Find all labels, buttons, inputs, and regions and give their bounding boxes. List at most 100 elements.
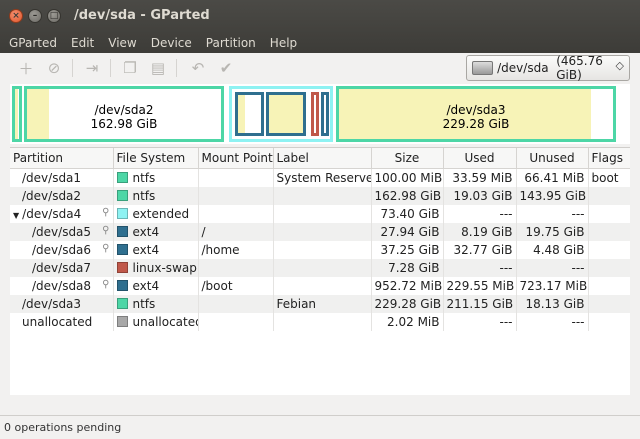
mount-cell	[198, 295, 274, 313]
table-row[interactable]: /dev/sda7 linux-swap 7.28 GiB --- ---	[10, 259, 630, 277]
status-bar: 0 operations pending	[0, 415, 640, 439]
apply-icon[interactable]: ✔	[216, 58, 236, 78]
filesystem-cell: extended	[113, 205, 199, 223]
partition-cell: ▼/dev/sda4 ⚲	[10, 205, 114, 223]
toolbar-separator	[72, 59, 73, 77]
diskmap-sda6[interactable]	[266, 92, 306, 136]
filesystem-cell: linux-swap	[113, 259, 199, 277]
mount-cell: /home	[198, 241, 274, 259]
label-cell	[273, 241, 372, 259]
mount-cell	[198, 259, 274, 277]
flags-cell	[588, 259, 630, 277]
col-size[interactable]: Size	[371, 148, 444, 169]
minimize-window-button[interactable]: –	[28, 9, 42, 23]
used-cell: 229.55 MiB	[443, 277, 517, 295]
new-partition-icon[interactable]: ＋	[16, 58, 36, 78]
unused-cell: ---	[516, 259, 589, 277]
partition-cell: /dev/sda5 ⚲	[10, 223, 114, 241]
ext4-swatch	[116, 244, 128, 255]
label-cell: System Reserved	[273, 168, 372, 187]
menu-gparted[interactable]: GParted	[4, 33, 62, 53]
table-row[interactable]: /dev/sda6 ⚲ ext4 /home 37.25 GiB 32.77 Gi…	[10, 241, 630, 259]
partition-cell: /dev/sda8 ⚲	[10, 277, 114, 295]
diskmap-sda5[interactable]	[235, 92, 264, 136]
mount-cell	[198, 205, 274, 223]
table-row[interactable]: ▼/dev/sda4 ⚲ extended 73.40 GiB --- ---	[10, 205, 630, 223]
size-cell: 2.02 MiB	[371, 313, 444, 331]
flags-cell	[588, 223, 630, 241]
menu-help[interactable]: Help	[265, 33, 302, 53]
flags-cell	[588, 241, 630, 259]
ntfs-swatch	[116, 298, 128, 309]
diskmap-sda3[interactable]: /dev/sda3 229.28 GiB	[336, 86, 616, 142]
diskmap-sda2[interactable]: /dev/sda2 162.98 GiB	[24, 86, 224, 142]
menu-edit[interactable]: Edit	[66, 33, 99, 53]
label-cell	[273, 277, 372, 295]
chevron-updown-icon: ◇	[615, 59, 624, 72]
delete-partition-icon[interactable]: ⊘	[44, 58, 64, 78]
partition-cell: /dev/sda1	[10, 168, 114, 187]
size-cell: 7.28 GiB	[371, 259, 444, 277]
col-label[interactable]: Label	[273, 148, 372, 169]
key-icon: ⚲	[102, 207, 110, 218]
title-bar: × – □ /dev/sda - GParted GParted Edit Vi…	[0, 0, 640, 56]
partition-cell: /dev/sda7	[10, 259, 114, 277]
undo-icon[interactable]: ↶	[188, 58, 208, 78]
col-mountpoint[interactable]: Mount Point	[198, 148, 274, 169]
mount-cell	[198, 313, 274, 331]
table-row[interactable]: /dev/sda5 ⚲ ext4 / 27.94 GiB 8.19 GiB 19.…	[10, 223, 630, 241]
table-row[interactable]: /dev/sda8 ⚲ ext4 /boot 952.72 MiB 229.55 …	[10, 277, 630, 295]
ext4-swatch	[116, 280, 128, 291]
flags-cell: boot	[588, 168, 630, 187]
table-row[interactable]: /dev/sda2 ntfs 162.98 GiB 19.03 GiB 143.…	[10, 187, 630, 205]
expander-icon[interactable]: ▼	[13, 211, 19, 220]
unused-cell: 723.17 MiB	[516, 277, 589, 295]
filesystem-cell: unallocated	[113, 313, 199, 331]
diskmap-sda3-size: 229.28 GiB	[442, 117, 510, 131]
device-selector[interactable]: /dev/sda (465.76 GiB) ◇	[466, 54, 630, 82]
mount-cell: /boot	[198, 277, 274, 295]
close-window-button[interactable]: ×	[9, 9, 23, 23]
partition-cell: unallocated	[10, 313, 114, 331]
copy-icon[interactable]: ❐	[120, 58, 140, 78]
menu-device[interactable]: Device	[146, 33, 197, 53]
toolbar-separator	[110, 59, 111, 77]
diskmap-sda7[interactable]	[311, 92, 319, 136]
label-cell	[273, 205, 372, 223]
maximize-window-button[interactable]: □	[47, 9, 61, 23]
unused-cell: 18.13 GiB	[516, 295, 589, 313]
unused-cell: 66.41 MiB	[516, 168, 589, 187]
menu-partition[interactable]: Partition	[201, 33, 261, 53]
paste-icon[interactable]: ▤	[148, 58, 168, 78]
col-filesystem[interactable]: File System	[113, 148, 199, 169]
diskmap-sda8[interactable]	[321, 92, 329, 136]
diskmap-sda1[interactable]	[12, 86, 22, 142]
col-unused[interactable]: Unused	[516, 148, 589, 169]
used-cell: 32.77 GiB	[443, 241, 517, 259]
menu-view[interactable]: View	[103, 33, 141, 53]
partition-cell: /dev/sda6 ⚲	[10, 241, 114, 259]
key-icon: ⚲	[102, 279, 110, 290]
key-icon: ⚲	[102, 243, 110, 254]
flags-cell	[588, 187, 630, 205]
table-row[interactable]: unallocated unallocated 2.02 MiB --- ---	[10, 313, 630, 331]
resize-move-icon[interactable]: ⇥	[82, 58, 102, 78]
filesystem-cell: ntfs	[113, 295, 199, 313]
diskmap-sda2-size: 162.98 GiB	[90, 117, 158, 131]
partition-table: Partition File System Mount Point Label …	[10, 147, 630, 395]
ext4-swatch	[116, 226, 128, 237]
used-cell: ---	[443, 313, 517, 331]
col-partition[interactable]: Partition	[10, 148, 114, 169]
gparted-window: × – □ /dev/sda - GParted GParted Edit Vi…	[0, 0, 640, 439]
table-row[interactable]: /dev/sda1 ntfs System Reserved 100.00 Mi…	[10, 168, 630, 187]
size-cell: 37.25 GiB	[371, 241, 444, 259]
diskmap-sda4[interactable]	[229, 86, 333, 142]
col-flags[interactable]: Flags	[588, 148, 630, 169]
window-title: /dev/sda - GParted	[74, 8, 210, 23]
diskmap-sda3-name: /dev/sda3	[446, 103, 506, 117]
table-row[interactable]: /dev/sda3 ntfs Febian 229.28 GiB 211.15 …	[10, 295, 630, 313]
col-used[interactable]: Used	[443, 148, 517, 169]
mount-cell	[198, 168, 274, 187]
label-cell	[273, 223, 372, 241]
size-cell: 100.00 MiB	[371, 168, 444, 187]
